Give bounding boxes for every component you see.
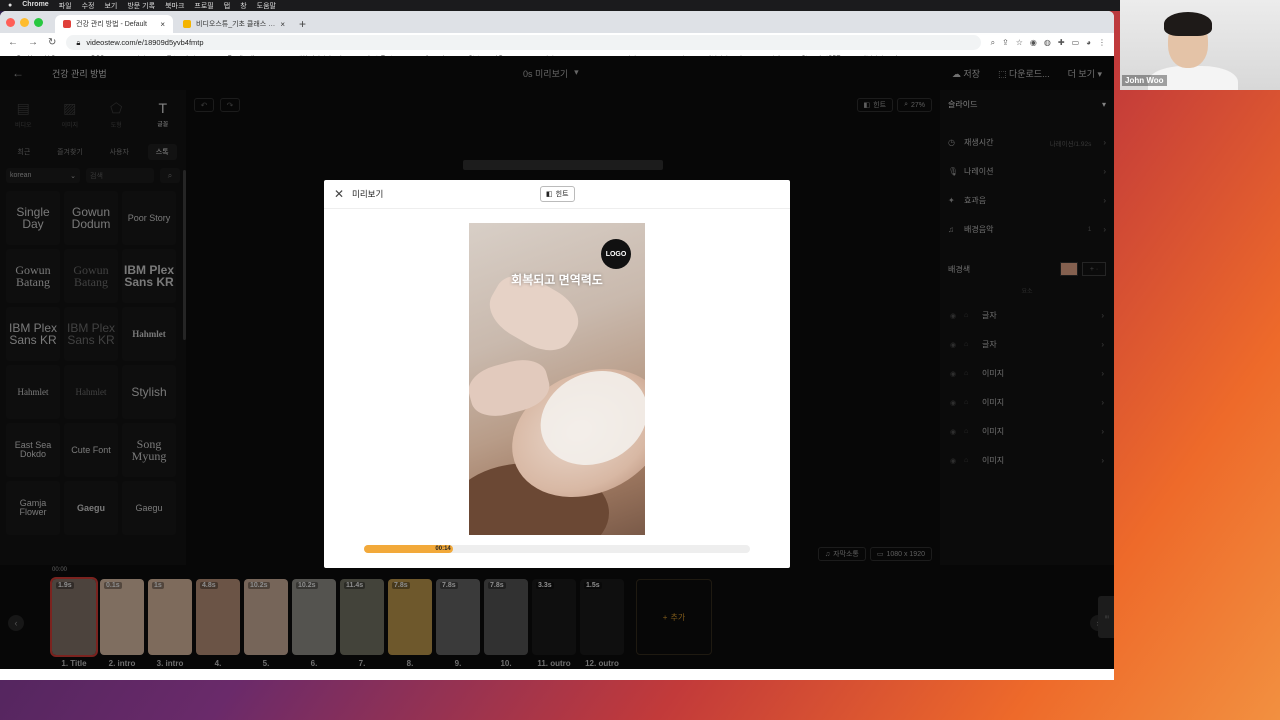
mac-menu-item[interactable]: 방문 기록 bbox=[127, 1, 155, 11]
window-controls bbox=[6, 11, 43, 33]
lock-icon: 🔒︎ bbox=[76, 37, 81, 47]
browser-tab[interactable]: 비디오스튜_기초 클래스 - Googl × bbox=[175, 15, 293, 33]
back-arrow-icon[interactable]: ← bbox=[8, 37, 18, 48]
apple-icon[interactable]: ● bbox=[8, 2, 12, 9]
sidebar-icon[interactable]: ▭ bbox=[1072, 38, 1080, 48]
browser-tab[interactable]: 건강 관리 방법 - Default × bbox=[55, 15, 173, 33]
tab-strip: 건강 관리 방법 - Default × 비디오스튜_기초 클래스 - Googl ×… bbox=[0, 11, 1114, 33]
mac-menu-item[interactable]: 파일 bbox=[59, 1, 72, 11]
new-tab-button[interactable]: + bbox=[299, 15, 306, 33]
close-tab-icon[interactable]: × bbox=[160, 20, 165, 29]
close-tab-icon[interactable]: × bbox=[280, 20, 285, 29]
video-progress-bar[interactable]: 00:14 bbox=[364, 545, 750, 553]
mac-menu-item[interactable]: 창 bbox=[240, 1, 246, 11]
mac-menu-item[interactable]: 프로필 bbox=[194, 1, 213, 11]
close-window-button[interactable] bbox=[6, 17, 15, 27]
hint-icon: ◧ bbox=[546, 191, 553, 198]
video-preview[interactable]: LOGO 회복되고 면역력도 bbox=[469, 223, 645, 535]
mac-menu-item[interactable]: 북마크 bbox=[165, 1, 184, 11]
favicon-icon bbox=[63, 20, 71, 28]
address-bar-row: ← → ↻ 🔒︎ videostew.com/e/18909d5yvb4fmtp… bbox=[0, 33, 1114, 52]
profile-avatar[interactable]: ◕ bbox=[1086, 38, 1091, 48]
tab-title: 건강 관리 방법 - Default bbox=[76, 21, 147, 28]
extension-icon[interactable]: ◉ bbox=[1030, 38, 1037, 48]
modal-title: 미리보기 bbox=[352, 189, 384, 199]
puzzle-icon[interactable]: ✚ bbox=[1058, 38, 1065, 48]
progress-time: 00:14 bbox=[435, 546, 451, 552]
hint-button[interactable]: ◧ 힌트 bbox=[540, 186, 575, 202]
webcam-overlay: John Woo bbox=[1120, 0, 1280, 90]
video-caption: 회복되고 면역력도 bbox=[511, 273, 603, 287]
minimize-window-button[interactable] bbox=[20, 17, 29, 27]
share-icon[interactable]: ⇪ bbox=[1002, 38, 1009, 48]
videostew-editor: ← 건강 관리 방법 0s 미리보기 ▾ ☁ 저장 ⬚ 다운로드... 더 보기… bbox=[0, 56, 1114, 669]
mac-menu-item[interactable]: 탭 bbox=[224, 1, 230, 11]
preview-modal: ✕ 미리보기 ◧ 힌트 LOGO 회복되고 면역력도 00:14 bbox=[324, 180, 790, 568]
url-field[interactable]: 🔒︎ videostew.com/e/18909d5yvb4fmtp bbox=[66, 35, 981, 50]
mac-menu-item[interactable]: 보기 bbox=[104, 1, 117, 11]
zoom-icon[interactable]: ⌕ bbox=[991, 38, 995, 48]
close-icon[interactable]: ✕ bbox=[334, 187, 352, 201]
mac-menu-bar: ● Chrome 파일 수정 보기 방문 기록 북마크 프로필 탭 창 도움말 bbox=[0, 0, 1280, 11]
mac-menu-item[interactable]: Chrome bbox=[22, 1, 48, 11]
forward-arrow-icon[interactable]: → bbox=[28, 37, 38, 48]
extension-icons: ⌕ ⇪ ☆ ◉ ◍ ✚ ▭ ◕ ⋮ bbox=[991, 38, 1106, 48]
mac-menu-item[interactable]: 도움말 bbox=[257, 1, 276, 11]
maximize-window-button[interactable] bbox=[34, 17, 43, 27]
star-icon[interactable]: ☆ bbox=[1016, 38, 1023, 48]
progress-fill: 00:14 bbox=[364, 545, 453, 553]
webcam-name: John Woo bbox=[1122, 75, 1167, 86]
extension-icon[interactable]: ◍ bbox=[1044, 38, 1051, 48]
reload-icon[interactable]: ↻ bbox=[48, 37, 56, 48]
favicon-icon bbox=[183, 20, 191, 28]
mac-menu-item[interactable]: 수정 bbox=[82, 1, 95, 11]
tab-title: 비디오스튜_기초 클래스 - Googl bbox=[196, 21, 275, 28]
logo-badge: LOGO bbox=[601, 239, 631, 269]
menu-kebab-icon[interactable]: ⋮ bbox=[1098, 38, 1106, 48]
